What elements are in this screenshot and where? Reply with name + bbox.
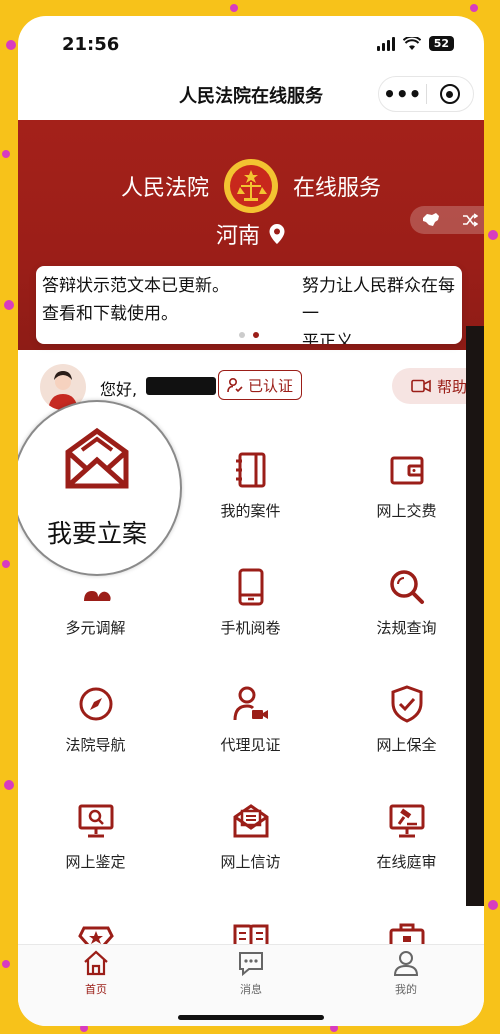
home-icon [84, 950, 108, 976]
video-camera-icon [411, 379, 431, 393]
service-label: 多元调解 [65, 619, 126, 637]
service-online-preservation[interactable]: 网上保全 [329, 670, 484, 787]
banner-title: 人民法院 在线服务 [18, 158, 484, 214]
target-icon [439, 84, 460, 104]
background-photo-edge [466, 326, 484, 906]
envelope-icon [65, 427, 129, 489]
mini-program-capsule: ••• [378, 76, 474, 112]
tab-profile[interactable]: 我的 [346, 949, 466, 997]
greeting-text: 您好, [100, 380, 138, 399]
service-label: 我的案件 [220, 502, 281, 520]
status-bar: 21:56 52 [18, 16, 484, 74]
file-case-label: 我要立案 [46, 519, 147, 548]
service-label: 网上交费 [376, 502, 437, 520]
shuffle-icon [462, 213, 478, 227]
service-label: 法规查询 [376, 619, 437, 637]
wifi-icon [402, 36, 421, 50]
gavel-screen-icon [389, 804, 424, 838]
close-button[interactable] [427, 84, 474, 104]
service-mobile-reading[interactable]: 手机阅卷 [173, 553, 328, 670]
nav-bar: 人民法院在线服务 ••• [18, 74, 484, 118]
tab-messages[interactable]: 消息 [191, 949, 311, 997]
service-online-payment[interactable]: 网上交费 [329, 436, 484, 553]
more-button[interactable]: ••• [379, 84, 426, 104]
location-pin-icon [269, 224, 285, 244]
service-court-navigation[interactable]: 法院导航 [18, 670, 173, 787]
tab-label: 首页 [85, 983, 107, 996]
service-law-search[interactable]: 法规查询 [329, 553, 484, 670]
user-check-icon [227, 377, 243, 393]
banner-title-left: 人民法院 [120, 176, 209, 201]
tab-label: 我的 [395, 983, 417, 996]
message-icon [239, 952, 263, 977]
status-icons: 52 [376, 36, 454, 51]
home-indicator [178, 1015, 324, 1020]
wallet-icon [390, 456, 423, 485]
shield-check-icon [391, 685, 422, 723]
service-online-appraisal[interactable]: 网上鉴定 [18, 787, 173, 904]
notebook-icon [235, 452, 265, 488]
signal-icon [376, 36, 395, 51]
tab-home[interactable]: 首页 [36, 949, 156, 997]
banner-title-right: 在线服务 [293, 176, 382, 201]
help-label: 帮助 [436, 377, 467, 396]
bottom-tab-bar: 首页 消息 我的 [18, 944, 484, 1026]
file-case-button[interactable]: 我要立案 [18, 400, 182, 576]
court-emblem-icon [224, 159, 278, 213]
tab-label: 消息 [240, 983, 262, 996]
phone-icon [238, 568, 263, 606]
pager-dot [239, 332, 245, 338]
service-online-trial[interactable]: 在线庭审 [329, 787, 484, 904]
service-label: 手机阅卷 [220, 619, 281, 637]
monitor-search-icon [78, 804, 113, 838]
user-icon [393, 951, 419, 976]
service-agent-witness[interactable]: 代理见证 [173, 670, 328, 787]
redacted-username [146, 377, 216, 395]
verified-label: 已认证 [248, 376, 294, 395]
carousel-pager [36, 332, 462, 338]
service-my-cases[interactable]: 我的案件 [173, 436, 328, 553]
search-icon [389, 570, 424, 604]
battery-icon: 52 [428, 36, 454, 51]
verified-badge[interactable]: 已认证 [218, 370, 303, 400]
service-label: 代理见证 [220, 736, 281, 754]
region-switch-button[interactable] [410, 206, 484, 234]
video-person-icon [233, 686, 268, 721]
notice-item[interactable]: 答辩状示范文本已更新。 查看和下载使用。 [42, 272, 229, 328]
compass-icon [79, 687, 112, 721]
service-label: 法院导航 [65, 736, 126, 754]
service-label: 网上鉴定 [65, 853, 126, 871]
province-name: 河南 [215, 224, 260, 249]
pager-dot-active [253, 332, 259, 338]
service-label: 在线庭审 [376, 853, 437, 871]
status-time: 21:56 [62, 34, 120, 55]
china-map-icon [422, 213, 439, 226]
notice-carousel[interactable]: 答辩状示范文本已更新。 查看和下载使用。 努力让人民群众在每一 平正义 [36, 266, 462, 344]
phone-screen: 21:56 52 人民法院在线服务 ••• 人民法院 在线服务 河南 答辩状示范… [18, 16, 484, 1026]
mail-letter-icon [233, 804, 268, 838]
service-online-petition[interactable]: 网上信访 [173, 787, 328, 904]
service-label: 网上保全 [376, 736, 437, 754]
service-label: 网上信访 [220, 853, 281, 871]
